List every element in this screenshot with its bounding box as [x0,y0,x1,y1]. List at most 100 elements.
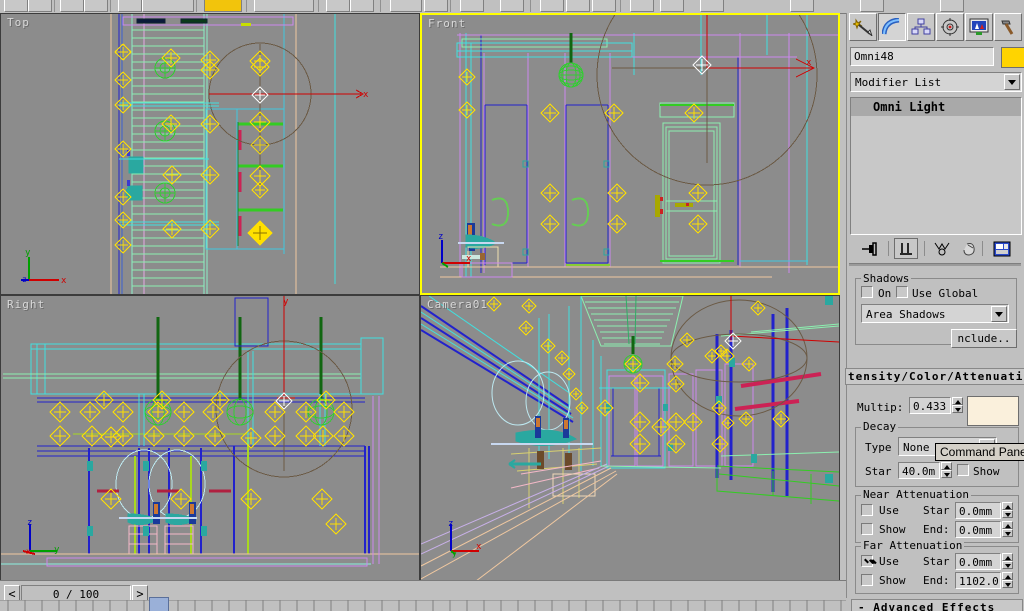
near-use-checkbox[interactable] [861,504,873,516]
near-end-spinner[interactable] [1002,521,1013,538]
viewport-front-wireframe: x z x [438,15,838,278]
decay-show-label: Show [973,465,1000,478]
3dsmax-window: Top x y x z Front x z x Right y z y x Ca… [0,0,1024,611]
toolbar-button-rotate[interactable] [84,0,108,12]
viewport-top[interactable]: Top x y x z [0,13,420,295]
svg-text:x: x [476,542,482,552]
viewport-camera01-wireframe: z x y [421,296,839,581]
multiplier-spinner[interactable] [952,397,963,414]
far-attenuation-group-label: Far Attenuation [861,539,965,552]
hierarchy-icon [911,18,931,35]
tab-utilities[interactable] [994,13,1022,41]
exclude-button[interactable]: nclude.. [951,329,1017,348]
toolbar-button-selection-filter[interactable] [204,0,242,12]
shadow-type-dropdown[interactable]: Area Shadows [861,304,1009,323]
object-name-field[interactable]: Omni48 [850,47,994,66]
time-slider-ticks[interactable] [0,599,846,611]
far-show-checkbox[interactable] [861,574,873,586]
svg-text:x: x [466,254,472,264]
pin-stack-icon[interactable] [858,238,882,259]
viewport-front[interactable]: Front x z x [420,13,840,295]
far-use-label: Use [879,555,899,568]
far-use-checkbox[interactable] [861,555,873,567]
toolbar-button-layer-manager[interactable] [390,0,422,12]
chevron-down-icon[interactable] [1004,74,1020,90]
modifier-stack[interactable]: Omni Light [850,97,1022,235]
shadows-use-global-checkbox[interactable] [896,286,908,298]
near-show-checkbox[interactable] [861,523,873,535]
toolbar-button-mirror[interactable] [326,0,350,12]
tab-create[interactable] [849,13,877,41]
time-slider-handle[interactable] [149,597,169,611]
far-end-spinner[interactable] [1002,572,1013,589]
chevron-down-icon[interactable] [991,306,1007,322]
toolbar-button-scale[interactable] [118,0,142,12]
toolbar-button-named-selection[interactable] [254,0,314,12]
near-use-label: Use [879,504,899,517]
command-panel-tabs [849,13,1023,43]
tab-display[interactable] [965,13,993,41]
decay-start-field[interactable]: 40.0m [898,462,940,479]
tab-modify[interactable] [878,13,906,41]
stack-item-omni-light[interactable]: Omni Light [851,98,1021,116]
multiplier-field[interactable]: 0.433 [909,397,951,414]
near-end-field[interactable]: 0.0mm [955,521,1001,538]
svg-text:z: z [22,275,27,284]
toolbar-button-material-editor[interactable] [500,0,524,12]
far-end-label: End: [923,574,950,587]
show-end-result-icon[interactable] [894,238,918,259]
viewport-right[interactable]: Right y z y x [0,295,420,582]
remove-modifier-icon[interactable] [958,238,982,259]
viewport-top-label: Top [7,16,30,29]
toolbar-button-schematic-view[interactable] [460,0,484,12]
far-start-field[interactable]: 0.0mm [955,553,1001,570]
toolbar-button-quick-render[interactable] [592,0,616,12]
near-end-label: End: [923,523,950,536]
toolbar-button-render-frame[interactable] [566,0,590,12]
toolbar-button-extras[interactable] [860,0,884,12]
svg-text:x: x [26,547,31,556]
near-start-field[interactable]: 0.0mm [955,502,1001,519]
decay-show-checkbox[interactable] [957,464,969,476]
far-start-spinner[interactable] [1002,553,1013,570]
make-unique-icon[interactable] [930,238,954,259]
curve-arc-icon [882,18,900,35]
command-panel: Omni48 Modifier List Omni Light Shadows … [845,13,1024,611]
viewport-camera01[interactable]: Camera01 z x y [420,295,840,582]
toolbar-button-render-setup[interactable] [540,0,564,12]
toolbar-button-select-region[interactable] [28,0,52,12]
toolbar-button-reference-coordsys[interactable] [142,0,194,12]
toolbar-button-angle-snap[interactable] [660,0,684,12]
intensity-color-attenuation-rollout[interactable]: tensity/Color/Attenuati [845,368,1024,385]
svg-text:y: y [25,248,31,258]
configure-modifier-sets-icon[interactable] [990,238,1014,259]
near-attenuation-group-label: Near Attenuation [861,488,971,501]
decay-start-label: Star [865,465,892,478]
toolbar-button-select[interactable] [4,0,28,12]
multiplier-label: Multip: [857,401,904,414]
toolbar-button-align[interactable] [350,0,374,12]
toolbar-button-spinner-snap[interactable] [790,0,814,12]
modifier-list-label: Modifier List [855,76,942,89]
toolbar-button-more[interactable] [940,0,964,12]
command-panel-tooltip: Command Panel [935,443,1024,461]
shadows-use-global-label: Use Global [912,287,979,300]
decay-start-spinner[interactable] [941,462,952,479]
motion-icon [941,18,959,36]
near-start-spinner[interactable] [1002,502,1013,519]
toolbar-button-move[interactable] [60,0,84,12]
light-color-swatch[interactable] [967,396,1019,426]
tab-hierarchy[interactable] [907,13,935,41]
viewport-top-wireframe: x y x z [21,14,369,294]
toolbar-button-percent-snap[interactable] [700,0,724,12]
shadows-on-checkbox[interactable] [861,286,873,298]
tab-motion[interactable] [936,13,964,41]
main-toolbar[interactable] [0,0,1024,14]
modifier-list-dropdown[interactable]: Modifier List [850,72,1022,92]
far-end-field[interactable]: 1102.0 [955,572,1001,589]
advanced-effects-rollout[interactable]: - Advanced Effects [851,599,1023,611]
object-color-swatch[interactable] [1001,47,1024,68]
viewport-right-wireframe: y z y x [1,296,419,567]
toolbar-button-snaps[interactable] [630,0,654,12]
toolbar-button-curve-editor[interactable] [424,0,448,12]
